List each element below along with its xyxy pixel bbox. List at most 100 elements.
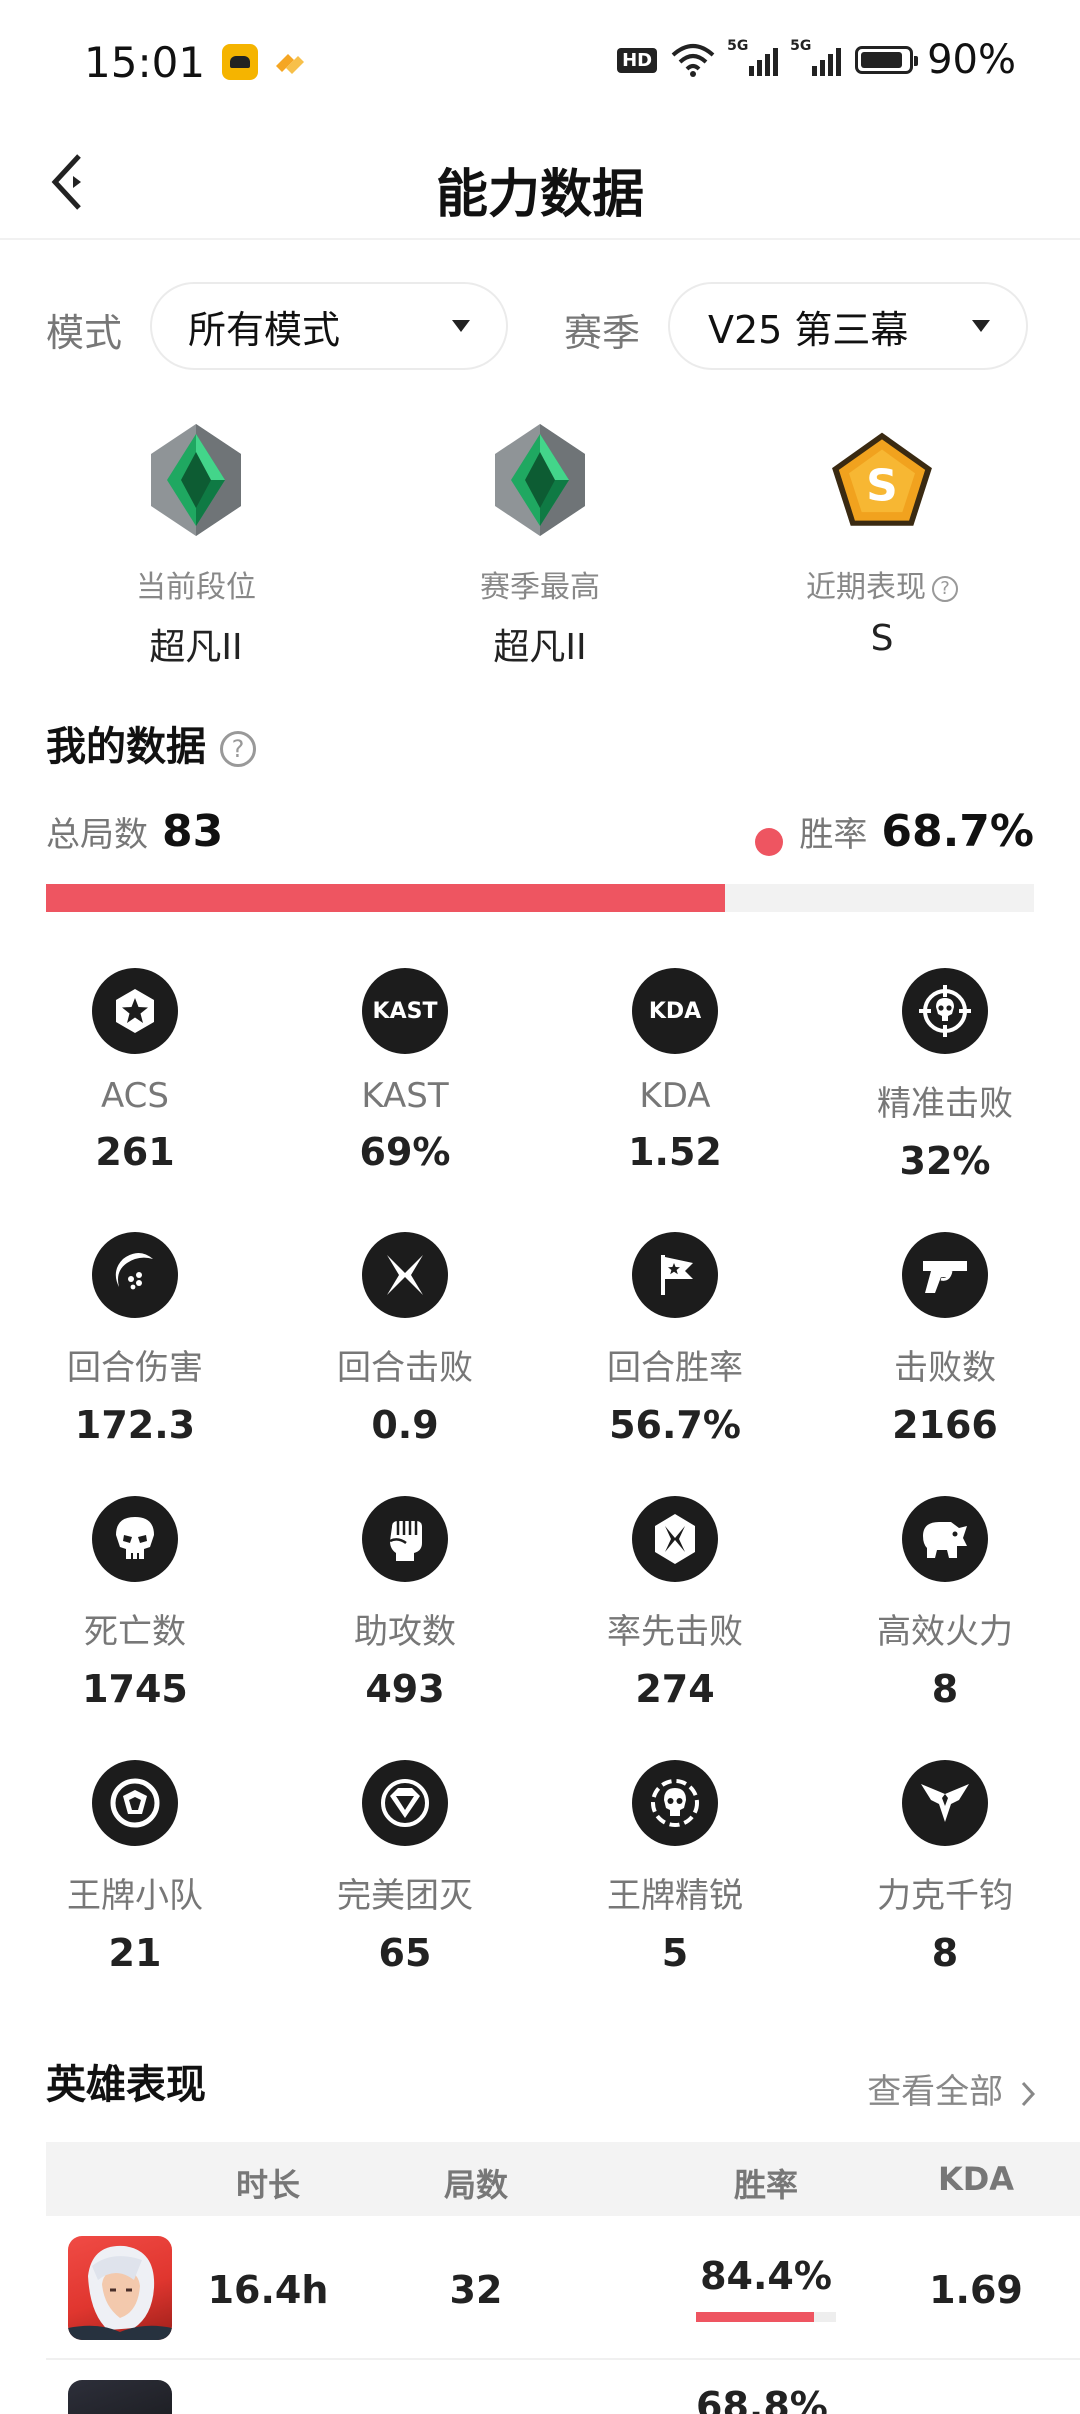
stat-label: 力克千钧 xyxy=(877,1876,1013,1916)
crosshair-skull-icon xyxy=(902,968,988,1054)
stat-kills-per-round: 回合击败 0.9 xyxy=(270,1232,540,1447)
wifi-icon xyxy=(671,44,715,77)
ascendant-rank-icon xyxy=(495,424,585,536)
chevron-right-icon xyxy=(1021,2081,1036,2106)
cell-signal-2-icon: 5G xyxy=(790,38,842,76)
win-rate-value: 68.7% xyxy=(881,806,1034,857)
hero-avatar-jett xyxy=(68,2236,172,2340)
stat-value: 21 xyxy=(108,1931,162,1975)
stat-label: 王牌精锐 xyxy=(607,1876,743,1916)
current-rank: 当前段位 超凡II xyxy=(26,420,366,670)
stat-deaths: 死亡数 1745 xyxy=(0,1496,270,1711)
rank-value: S xyxy=(870,618,894,659)
stat-label: KAST xyxy=(361,1076,449,1116)
total-games: 总局数 83 xyxy=(46,806,223,857)
stat-value: 69% xyxy=(359,1130,451,1174)
taxi-app-icon xyxy=(222,44,258,80)
season-label: 赛季 xyxy=(564,311,641,355)
stat-label: 率先击败 xyxy=(607,1612,743,1652)
battery-percent: 90% xyxy=(927,37,1016,83)
star-badge-icon xyxy=(92,968,178,1054)
win-rate-bar-fill xyxy=(46,884,725,912)
header: 能力数据 xyxy=(0,128,1080,240)
stat-kda: KDA KDA 1.52 xyxy=(540,968,810,1174)
column-header-win-rate: 胜率 xyxy=(733,2166,798,2204)
stat-value: 172.3 xyxy=(74,1403,196,1447)
help-icon[interactable]: ? xyxy=(220,731,256,767)
match-summary: 总局数 83 胜率 68.7% xyxy=(46,806,1034,866)
hero-kda: 1.69 xyxy=(929,2268,1023,2312)
elite-skull-icon xyxy=(632,1760,718,1846)
first-blood-icon xyxy=(632,1496,718,1582)
column-header-games: 局数 xyxy=(443,2166,508,2204)
hero-win-rate-bar-fill xyxy=(696,2312,815,2322)
status-bar: 15:01 HD 5G 5G 90% xyxy=(0,0,1080,128)
stat-value: 8 xyxy=(931,1931,959,1975)
ace-team-icon xyxy=(92,1760,178,1846)
stat-assists: 助攻数 493 xyxy=(270,1496,540,1711)
stat-label: KDA xyxy=(639,1076,711,1116)
season-select[interactable]: V25 第三幕 xyxy=(668,282,1028,370)
column-header-duration: 时长 xyxy=(235,2166,300,2204)
flag-icon xyxy=(632,1232,718,1318)
stat-value: 2166 xyxy=(892,1403,998,1447)
hero-row[interactable]: 16.4h 32 84.4% 1.69 xyxy=(46,2216,1080,2360)
fist-icon xyxy=(362,1496,448,1582)
status-indicators: HD 5G 5G 90% xyxy=(617,36,1016,84)
s-grade-icon: S xyxy=(832,432,932,526)
skull-icon xyxy=(92,1496,178,1582)
diamond-icon xyxy=(362,1760,448,1846)
stat-label: 死亡数 xyxy=(84,1612,186,1652)
stat-value: 65 xyxy=(378,1931,432,1975)
stat-value: 1745 xyxy=(82,1667,188,1711)
filter-bar: 模式 所有模式 赛季 V25 第三幕 xyxy=(0,282,1080,370)
stat-round-win-rate: 回合胜率 56.7% xyxy=(540,1232,810,1447)
stat-label: 高效火力 xyxy=(877,1612,1013,1652)
stat-value: 32% xyxy=(899,1139,991,1183)
rank-summary: 当前段位 超凡II 赛季最高 超凡II S 近期表现? S xyxy=(0,420,1080,670)
stat-efficient-fire: 高效火力 8 xyxy=(810,1496,1080,1711)
stat-label: 精准击败 xyxy=(877,1084,1013,1124)
stat-value: 493 xyxy=(365,1667,445,1711)
rhino-icon xyxy=(902,1496,988,1582)
kast-icon: KAST xyxy=(362,968,448,1054)
stat-label: ACS xyxy=(101,1076,169,1116)
rank-label: 赛季最高 xyxy=(480,570,600,605)
stat-ace-team: 王牌小队 21 xyxy=(0,1760,270,1975)
rank-label: 当前段位 xyxy=(136,570,256,605)
stat-label: 助攻数 xyxy=(354,1612,456,1652)
gun-icon xyxy=(902,1232,988,1318)
stat-kills: 击败数 2166 xyxy=(810,1232,1080,1447)
help-icon[interactable]: ? xyxy=(932,575,958,602)
stat-label: 回合伤害 xyxy=(67,1348,203,1388)
hero-games: 32 xyxy=(449,2268,503,2312)
app-notification-icon xyxy=(276,54,304,74)
svg-text:S: S xyxy=(866,460,898,511)
total-games-value: 83 xyxy=(162,806,224,857)
rank-label: 近期表现? xyxy=(712,562,1052,606)
stat-value: 261 xyxy=(95,1130,175,1174)
season-select-value: V25 第三幕 xyxy=(708,307,909,352)
stat-value: 5 xyxy=(661,1931,689,1975)
stat-ace-elite: 王牌精锐 5 xyxy=(540,1760,810,1975)
rank-value: 超凡II xyxy=(149,627,243,668)
stat-kast: KAST KAST 69% xyxy=(270,968,540,1174)
win-rate-dot-icon xyxy=(755,827,784,856)
total-games-label: 总局数 xyxy=(46,815,148,855)
stat-flawless: 完美团灭 65 xyxy=(270,1760,540,1975)
stat-headshot: 精准击败 32% xyxy=(810,968,1080,1183)
stat-clutch: 力克千钧 8 xyxy=(810,1760,1080,1975)
stat-value: 56.7% xyxy=(609,1403,741,1447)
recent-performance: S 近期表现? S xyxy=(712,420,1052,659)
mode-select[interactable]: 所有模式 xyxy=(150,282,508,370)
see-all-link[interactable]: 查看全部 xyxy=(867,2064,1036,2113)
rank-value: 超凡II xyxy=(493,627,587,668)
mode-select-value: 所有模式 xyxy=(188,307,341,352)
hero-avatar-dark xyxy=(68,2380,172,2414)
slash-icon xyxy=(92,1232,178,1318)
hero-row[interactable]: 68.8% xyxy=(46,2362,1080,2414)
win-rate: 胜率 68.7% xyxy=(755,806,1034,857)
season-peak-rank: 赛季最高 超凡II xyxy=(370,420,710,670)
stat-label: 击败数 xyxy=(894,1348,996,1388)
stat-label: 回合击败 xyxy=(337,1348,473,1388)
